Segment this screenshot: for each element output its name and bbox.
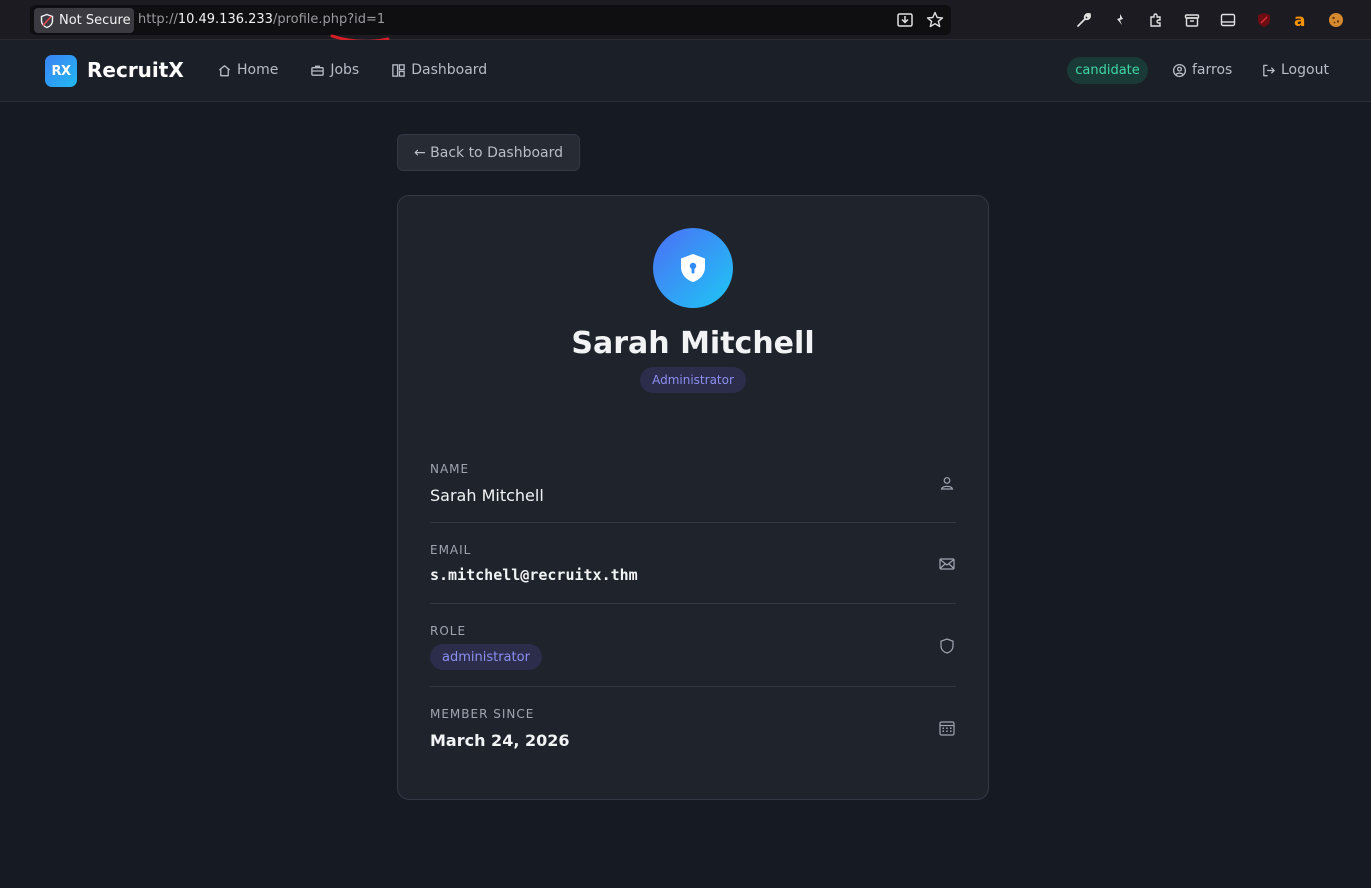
- home-icon: [218, 64, 231, 76]
- user-icon: [940, 477, 954, 490]
- burp-extension-icon[interactable]: [1109, 10, 1131, 30]
- field-name-value: Sarah Mitchell: [430, 486, 544, 505]
- security-indicator[interactable]: Not Secure: [34, 8, 134, 33]
- nav-home-label: Home: [237, 62, 279, 78]
- profile-name: Sarah Mitchell: [571, 326, 815, 361]
- nav-links: Home Jobs Dashboard: [217, 62, 487, 78]
- user-profile-link[interactable]: farros: [1172, 62, 1232, 78]
- field-name: NAME Sarah Mitchell: [430, 446, 956, 523]
- avatar: [653, 228, 733, 308]
- logout-label: Logout: [1281, 62, 1329, 78]
- field-member-value: March 24, 2026: [430, 731, 570, 750]
- wrench-icon[interactable]: [1073, 10, 1095, 30]
- nav-dashboard-label: Dashboard: [411, 62, 488, 78]
- briefcase-icon: [311, 65, 325, 76]
- extension-icons: a: [1073, 10, 1347, 30]
- brand-name[interactable]: RecruitX: [87, 58, 184, 82]
- mail-icon: [939, 558, 955, 570]
- profile-card: Sarah Mitchell Administrator NAME Sarah …: [397, 195, 989, 800]
- sidebar-icon[interactable]: [1217, 10, 1239, 30]
- field-email: EMAIL s.mitchell@recruitx.thm: [430, 523, 956, 604]
- calendar-icon: [939, 721, 955, 736]
- ublock-shield-icon[interactable]: [1253, 10, 1275, 30]
- app-navbar: RX RecruitX Home Jobs Dashboard candidat…: [0, 40, 1371, 102]
- url-actions: [895, 10, 945, 30]
- role-tag: administrator: [430, 644, 542, 670]
- url-scheme: http://: [138, 12, 178, 27]
- security-label: Not Secure: [59, 13, 131, 28]
- user-role-pill: candidate: [1067, 57, 1148, 84]
- url-text[interactable]: http://10.49.136.233/profile.php?id=1: [138, 12, 385, 27]
- install-app-icon[interactable]: [895, 10, 915, 30]
- role-badge: Administrator: [640, 367, 746, 393]
- logout-link[interactable]: Logout: [1261, 62, 1329, 78]
- field-role-label: ROLE: [430, 624, 467, 638]
- nav-dashboard[interactable]: Dashboard: [391, 62, 487, 78]
- back-button-label: ← Back to Dashboard: [413, 144, 564, 161]
- nav-home[interactable]: Home: [217, 62, 278, 78]
- username: farros: [1192, 62, 1233, 78]
- field-name-label: NAME: [430, 462, 470, 476]
- containers-icon[interactable]: [1181, 10, 1203, 30]
- shield-warning-icon: [40, 13, 54, 28]
- field-email-value: s.mitchell@recruitx.thm: [430, 566, 638, 584]
- extensions-puzzle-icon[interactable]: [1145, 10, 1167, 30]
- amazon-extension-icon[interactable]: a: [1289, 10, 1311, 30]
- logout-icon: [1263, 64, 1275, 76]
- nav-jobs-label: Jobs: [330, 62, 360, 78]
- bookmark-star-icon[interactable]: [925, 10, 945, 30]
- field-member-label: MEMBER SINCE: [430, 707, 535, 721]
- browser-toolbar: Not Secure http://10.49.136.233/profile.…: [0, 0, 1371, 43]
- url-path: /profile.php?id=1: [272, 12, 386, 27]
- dashboard-icon: [392, 63, 405, 77]
- shield-icon: [940, 638, 954, 654]
- shield-lock-icon: [681, 254, 705, 282]
- logo-badge[interactable]: RX: [45, 55, 77, 87]
- user-circle-icon: [1172, 63, 1187, 77]
- cookie-editor-icon[interactable]: [1325, 10, 1347, 30]
- svg-text:a: a: [1294, 11, 1305, 30]
- field-role: ROLE administrator: [430, 604, 956, 687]
- url-host: 10.49.136.233: [177, 12, 273, 27]
- back-to-dashboard-button[interactable]: ← Back to Dashboard: [397, 134, 580, 171]
- field-email-label: EMAIL: [430, 543, 472, 557]
- field-member-since: MEMBER SINCE March 24, 2026: [430, 687, 956, 767]
- nav-jobs[interactable]: Jobs: [310, 62, 359, 78]
